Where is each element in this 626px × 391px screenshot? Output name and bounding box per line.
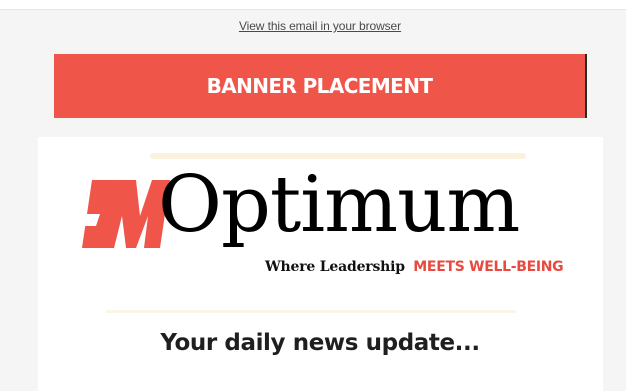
newsletter-headline: Your daily news update... <box>160 330 480 356</box>
banner-placement[interactable]: BANNER PLACEMENT <box>54 54 587 118</box>
view-in-browser-link[interactable]: View this email in your browser <box>0 19 626 33</box>
top-divider <box>0 0 626 10</box>
tagline-part-two: MEETS WELL-BEING <box>413 259 564 275</box>
faint-text-line <box>150 153 526 159</box>
tagline-part-one: Where Leadership <box>265 259 405 275</box>
faint-divider <box>106 310 516 313</box>
logo-tagline: Where Leadership MEETS WELL-BEING <box>265 258 564 276</box>
logo-wordmark: Optimum <box>158 160 520 250</box>
banner-label: BANNER PLACEMENT <box>206 74 433 98</box>
